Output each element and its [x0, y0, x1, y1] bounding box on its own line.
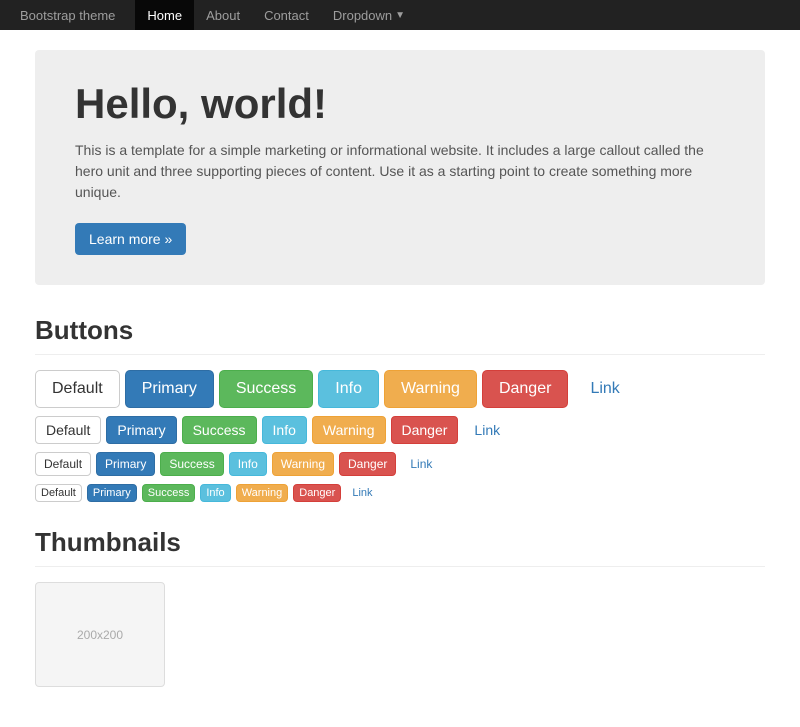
btn-primary-xs[interactable]: Primary	[87, 484, 137, 502]
jumbotron: Hello, world! This is a template for a s…	[35, 50, 765, 285]
main-container: Hello, world! This is a template for a s…	[20, 30, 780, 727]
btn-default-xs[interactable]: Default	[35, 484, 82, 502]
btn-default-md[interactable]: Default	[35, 416, 101, 444]
btn-warning-xs[interactable]: Warning	[236, 484, 289, 502]
btn-link-md[interactable]: Link	[463, 416, 511, 444]
btn-danger-xs[interactable]: Danger	[293, 484, 341, 502]
thumbnails-section: Thumbnails 200x200	[35, 527, 765, 687]
btn-warning-lg[interactable]: Warning	[384, 370, 477, 408]
nav-link-about[interactable]: About	[194, 0, 252, 30]
btn-link-xs[interactable]: Link	[346, 484, 378, 502]
btn-success-lg[interactable]: Success	[219, 370, 313, 408]
btn-row-sm: Default Primary Success Info Warning Dan…	[35, 452, 765, 476]
btn-default-sm[interactable]: Default	[35, 452, 91, 476]
btn-row-xs: Default Primary Success Info Warning Dan…	[35, 484, 765, 502]
btn-info-md[interactable]: Info	[262, 416, 307, 444]
nav-links: Home About Contact Dropdown ▼	[135, 0, 417, 30]
btn-warning-md[interactable]: Warning	[312, 416, 386, 444]
btn-primary-sm[interactable]: Primary	[96, 452, 155, 476]
btn-link-sm[interactable]: Link	[401, 452, 441, 476]
nav-link-contact[interactable]: Contact	[252, 0, 321, 30]
btn-info-xs[interactable]: Info	[200, 484, 230, 502]
btn-success-md[interactable]: Success	[182, 416, 257, 444]
navbar-brand[interactable]: Bootstrap theme	[20, 8, 115, 23]
thumbnail-label: 200x200	[77, 628, 123, 642]
btn-success-sm[interactable]: Success	[160, 452, 223, 476]
dropdown-arrow-icon: ▼	[395, 10, 405, 21]
learn-more-button[interactable]: Learn more »	[75, 223, 186, 255]
btn-danger-lg[interactable]: Danger	[482, 370, 568, 408]
thumbnails-section-title: Thumbnails	[35, 527, 765, 567]
thumbnail-item[interactable]: 200x200	[35, 582, 165, 687]
btn-danger-md[interactable]: Danger	[391, 416, 459, 444]
btn-row-md: Default Primary Success Info Warning Dan…	[35, 416, 765, 444]
btn-warning-sm[interactable]: Warning	[272, 452, 334, 476]
navbar: Bootstrap theme Home About Contact Dropd…	[0, 0, 800, 30]
nav-link-dropdown[interactable]: Dropdown ▼	[321, 0, 417, 30]
btn-default-lg[interactable]: Default	[35, 370, 120, 408]
nav-link-home[interactable]: Home	[135, 0, 194, 30]
buttons-section: Buttons Default Primary Success Info War…	[35, 315, 765, 502]
btn-danger-sm[interactable]: Danger	[339, 452, 396, 476]
hero-title: Hello, world!	[75, 80, 725, 128]
hero-description: This is a template for a simple marketin…	[75, 140, 725, 203]
btn-link-lg[interactable]: Link	[573, 370, 636, 408]
buttons-section-title: Buttons	[35, 315, 765, 355]
btn-success-xs[interactable]: Success	[142, 484, 196, 502]
btn-row-lg: Default Primary Success Info Warning Dan…	[35, 370, 765, 408]
btn-info-lg[interactable]: Info	[318, 370, 379, 408]
btn-info-sm[interactable]: Info	[229, 452, 267, 476]
btn-primary-md[interactable]: Primary	[106, 416, 176, 444]
btn-primary-lg[interactable]: Primary	[125, 370, 214, 408]
